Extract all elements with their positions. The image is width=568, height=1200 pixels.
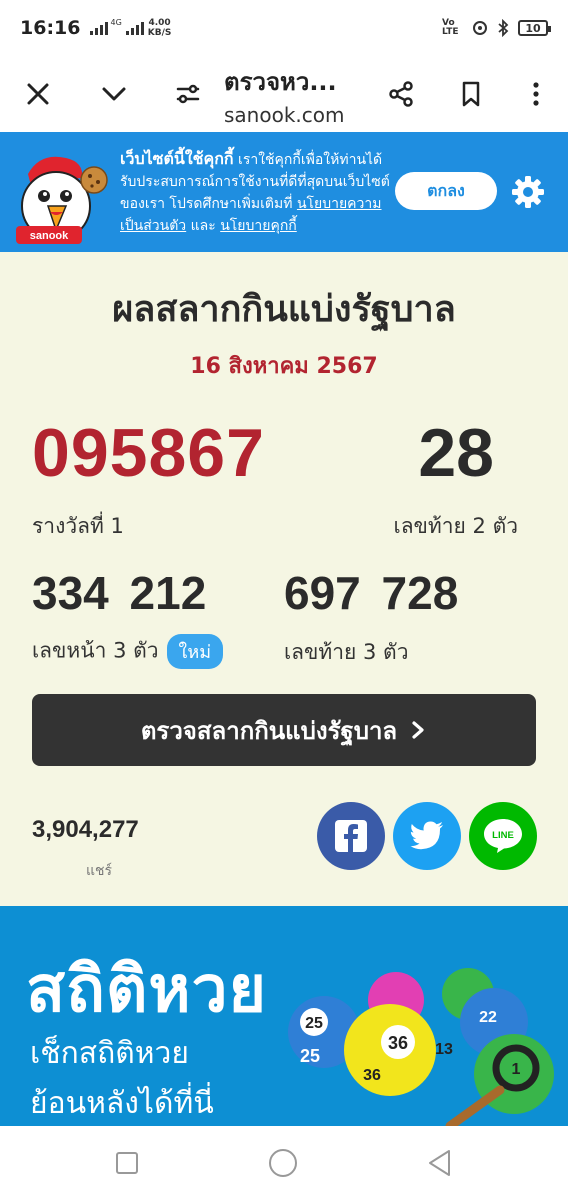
line-label: LINE <box>492 830 514 841</box>
lottery-stats-banner[interactable]: สถิติหวย เช็กสถิติหวย ย้อนหลังได้ที่นี่ … <box>0 906 568 1126</box>
close-icon <box>27 83 49 105</box>
minimize-button[interactable] <box>76 56 152 132</box>
first-prize-number: 095867 <box>32 415 265 491</box>
net-speed: 4.00 KB/S <box>148 18 172 38</box>
data-saver-icon <box>473 21 487 35</box>
twitter-share-button[interactable] <box>393 802 461 870</box>
chevron-right-icon <box>412 721 424 739</box>
cookie-and: และ <box>186 218 221 234</box>
cookie-policy-link[interactable]: นโยบายคุกกี้ <box>220 218 297 234</box>
home-button[interactable] <box>268 1148 298 1178</box>
line-share-button[interactable]: LINE <box>469 802 537 870</box>
cookie-lead: เว็บไซต์นี้ใช้คุกกี้ <box>120 149 234 168</box>
lottery-balls-image: 25 25 22 36 36 1 13 <box>288 968 554 1126</box>
more-vert-icon <box>533 82 539 106</box>
lottery-results: ผลสลากกินแบ่งรัฐบาล 16 สิงหาคม 2567 0958… <box>0 252 568 906</box>
tune-icon <box>176 84 200 104</box>
page-title: ตรวจหว... <box>224 67 337 96</box>
last-3-digits-number: 697 728 <box>284 567 459 619</box>
bookmark-button[interactable] <box>438 56 504 132</box>
share-icon <box>389 81 413 107</box>
more-menu-button[interactable] <box>504 56 568 132</box>
network-indicators: 4G 4.00 KB/S <box>90 18 171 38</box>
chevron-down-icon <box>102 87 126 101</box>
speed-unit: KB/S <box>147 28 172 38</box>
last-3-digits-label: เลขท้าย 3 ตัว <box>284 640 409 664</box>
page-settings-button[interactable] <box>152 56 224 132</box>
facebook-icon <box>335 820 367 852</box>
accept-cookie-button[interactable]: ตกลง <box>395 172 497 210</box>
status-bar: 16:16 4G 4.00 KB/S Vo LTE 10 <box>0 0 568 56</box>
volte-indicator: Vo LTE <box>442 18 459 37</box>
sanook-mascot-logo: sanook <box>16 156 108 244</box>
mascot-brand: sanook <box>30 230 69 242</box>
ball-number: 22 <box>479 1009 497 1026</box>
back-button[interactable] <box>427 1149 453 1177</box>
net-type: 4G <box>110 18 122 27</box>
share-page-button[interactable] <box>364 56 438 132</box>
last-2-digits-number: 28 <box>418 415 494 491</box>
url-block[interactable]: ตรวจหว... sanook.com <box>224 62 364 127</box>
ball-number: 36 <box>363 1067 381 1084</box>
ball-number: 25 <box>300 1046 320 1066</box>
stats-title: สถิติหวย <box>26 953 267 1027</box>
status-right: Vo LTE 10 <box>442 18 551 37</box>
check-lottery-label: ตรวจสลากกินแบ่งรัฐบาล <box>140 716 398 745</box>
share-count: 3,904,277 <box>32 816 139 843</box>
ball-number: 1 <box>512 1061 521 1078</box>
share-label: แชร์ <box>86 863 113 879</box>
front-3-digits-number: 334 212 <box>32 567 207 619</box>
battery-level: 10 <box>525 21 541 35</box>
twitter-icon <box>410 821 443 850</box>
cookie-banner: sanook เว็บไซต์นี้ใช้คุกกี้ เราใช้คุกกี้… <box>0 132 568 252</box>
url-host: sanook.com <box>224 102 345 127</box>
gear-icon[interactable] <box>510 174 546 210</box>
signal-icon <box>90 21 109 35</box>
stats-line-1: เช็กสถิติหวย <box>30 1036 189 1071</box>
bookmark-icon <box>462 81 480 107</box>
lottery-title: ผลสลากกินแบ่งรัฐบาล <box>112 289 456 330</box>
recents-button[interactable] <box>115 1151 139 1175</box>
browser-toolbar: ตรวจหว... sanook.com <box>0 56 568 132</box>
new-badge: ใหม่ <box>166 634 224 669</box>
front-3-digits-label-row: เลขหน้า 3 ตัว ใหม่ <box>32 634 224 669</box>
ball-number: 36 <box>388 1033 408 1053</box>
ball-number: 13 <box>435 1041 453 1058</box>
facebook-share-button[interactable] <box>317 802 385 870</box>
stats-line-2: ย้อนหลังได้ที่นี่ <box>30 1086 214 1121</box>
last-2-digits-label: เลขท้าย 2 ตัว <box>393 514 518 538</box>
check-lottery-button[interactable]: ตรวจสลากกินแบ่งรัฐบาล <box>32 694 536 766</box>
battery-icon: 10 <box>518 20 551 36</box>
line-icon: LINE <box>484 819 522 853</box>
cookie-message: เว็บไซต์นี้ใช้คุกกี้ เราใช้คุกกี้เพื่อให… <box>120 148 390 237</box>
first-prize-label: รางวัลที่ 1 <box>32 514 124 538</box>
signal-icon-2 <box>125 21 144 35</box>
speed-value: 4.00 <box>148 18 171 28</box>
status-time: 16:16 <box>20 17 81 39</box>
system-nav-bar <box>0 1126 568 1200</box>
ball-number: 25 <box>305 1015 323 1032</box>
close-tab-button[interactable] <box>0 56 76 132</box>
draw-date: 16 สิงหาคม 2567 <box>190 354 378 379</box>
front-3-digits-label: เลขหน้า 3 ตัว <box>32 638 159 663</box>
bluetooth-icon <box>498 19 509 37</box>
